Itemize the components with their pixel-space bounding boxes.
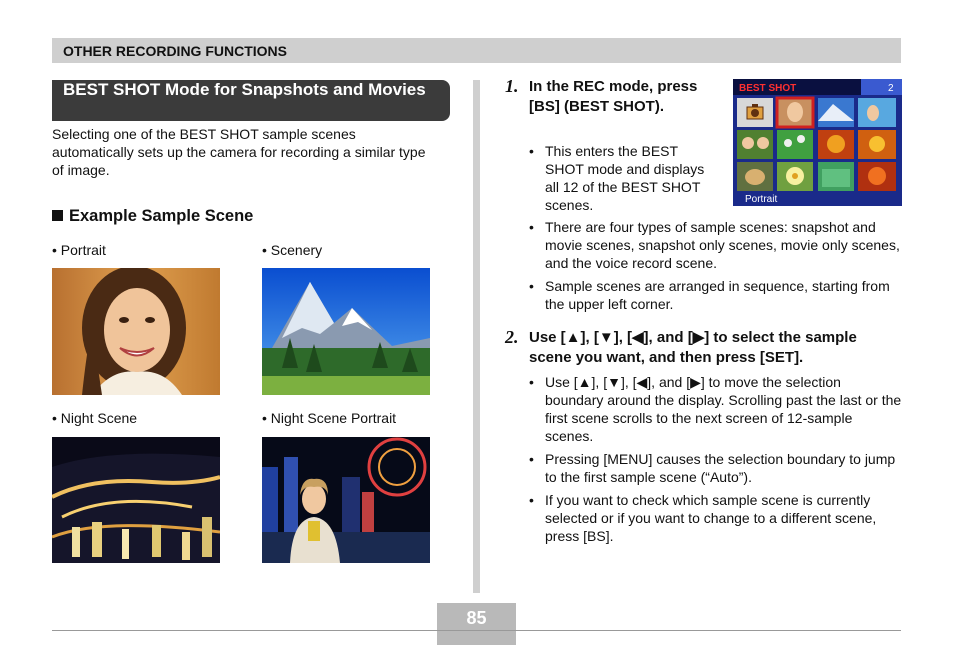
- night-scene-caption: • Night Scene: [52, 410, 138, 426]
- scenery-caption: • Scenery: [262, 242, 323, 258]
- square-bullet-icon: [52, 210, 63, 221]
- step-1-bullet-2: There are four types of sample scenes: s…: [529, 218, 903, 272]
- portrait-photo: [52, 268, 220, 395]
- example-heading: Example Sample Scene: [52, 207, 253, 226]
- step-1-bullet-3: Sample scenes are arranged in sequence, …: [529, 277, 903, 313]
- step-2-bullet-2: Pressing [MENU] causes the selection bou…: [529, 450, 903, 486]
- best-shot-lcd-screen: BEST SHOT 2 Portrait: [733, 79, 902, 206]
- page-number: 85: [466, 608, 487, 628]
- step-2-bullet-3: If you want to check which sample scene …: [529, 491, 903, 545]
- portrait-caption: • Portrait: [52, 242, 106, 258]
- step-2-bullet-1: Use [▲], [▼], [◀], and [▶] to move the s…: [529, 373, 903, 445]
- step-1-number: 1.: [505, 76, 519, 96]
- lcd-page-number: 2: [888, 83, 894, 94]
- footer-rule: [52, 630, 901, 631]
- step-1-bullet-1: This enters the BEST SHOT mode and displ…: [529, 142, 719, 214]
- step-2-text: Use [▲], [▼], [◀], and [▶] to select the…: [529, 329, 857, 366]
- column-divider: [473, 80, 480, 593]
- step-1-bullets-narrow: This enters the BEST SHOT mode and displ…: [529, 142, 719, 219]
- mode-title-banner: BEST SHOT Mode for Snapshots and Movies: [52, 80, 450, 121]
- intro-paragraph: Selecting one of the BEST SHOT sample sc…: [52, 126, 426, 178]
- lcd-scene-label: Portrait: [745, 194, 777, 205]
- step-1-text: In the REC mode, press [BS] (BEST SHOT).: [529, 78, 698, 115]
- night-portrait-photo: [262, 437, 430, 563]
- section-title: OTHER RECORDING FUNCTIONS: [63, 43, 287, 59]
- mode-title-text: BEST SHOT Mode for Snapshots and Movies: [63, 80, 426, 99]
- night-scene-photo: [52, 437, 220, 563]
- step-2-number: 2.: [505, 327, 519, 347]
- scenery-photo: [262, 268, 430, 395]
- step-1-bullets-wide: There are four types of sample scenes: s…: [529, 218, 903, 318]
- lcd-title: BEST SHOT: [739, 83, 796, 94]
- night-portrait-caption: • Night Scene Portrait: [262, 410, 397, 426]
- step-2-bullets: Use [▲], [▼], [◀], and [▶] to move the s…: [529, 373, 903, 550]
- section-header-bar: OTHER RECORDING FUNCTIONS: [52, 38, 901, 63]
- example-heading-text: Example Sample Scene: [69, 207, 254, 225]
